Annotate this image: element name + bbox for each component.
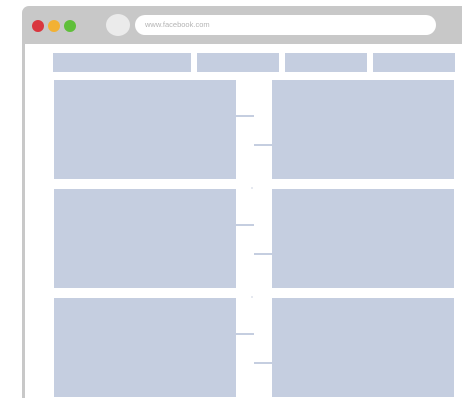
content-card-right-3[interactable]: [272, 298, 454, 397]
content-card-left-1[interactable]: [54, 80, 236, 179]
divider-dot: [251, 296, 253, 298]
content-card-left-3[interactable]: [54, 298, 236, 397]
content-card-right-2[interactable]: [272, 189, 454, 288]
address-bar[interactable]: www.facebook.com: [135, 15, 436, 35]
address-url: www.facebook.com: [145, 20, 210, 29]
connector-left-3: [236, 333, 254, 335]
nav-placeholder-2[interactable]: [197, 53, 279, 72]
connector-right-2: [254, 253, 272, 255]
content-card-left-2[interactable]: [54, 189, 236, 288]
nav-placeholder-4[interactable]: [373, 53, 455, 72]
zoom-window-button[interactable]: [64, 20, 76, 32]
connector-left-1: [236, 115, 254, 117]
nav-placeholder-3[interactable]: [285, 53, 367, 72]
browser-titlebar: www.facebook.com: [22, 6, 462, 44]
connector-right-3: [254, 362, 272, 364]
browser-window: www.facebook.com: [22, 6, 462, 398]
nav-placeholder-1[interactable]: [53, 53, 191, 72]
close-window-button[interactable]: [32, 20, 44, 32]
back-button[interactable]: [106, 14, 130, 36]
divider-dot: [251, 187, 253, 189]
page-viewport: [25, 44, 462, 398]
connector-right-1: [254, 144, 272, 146]
minimize-window-button[interactable]: [48, 20, 60, 32]
connector-left-2: [236, 224, 254, 226]
content-card-right-1[interactable]: [272, 80, 454, 179]
